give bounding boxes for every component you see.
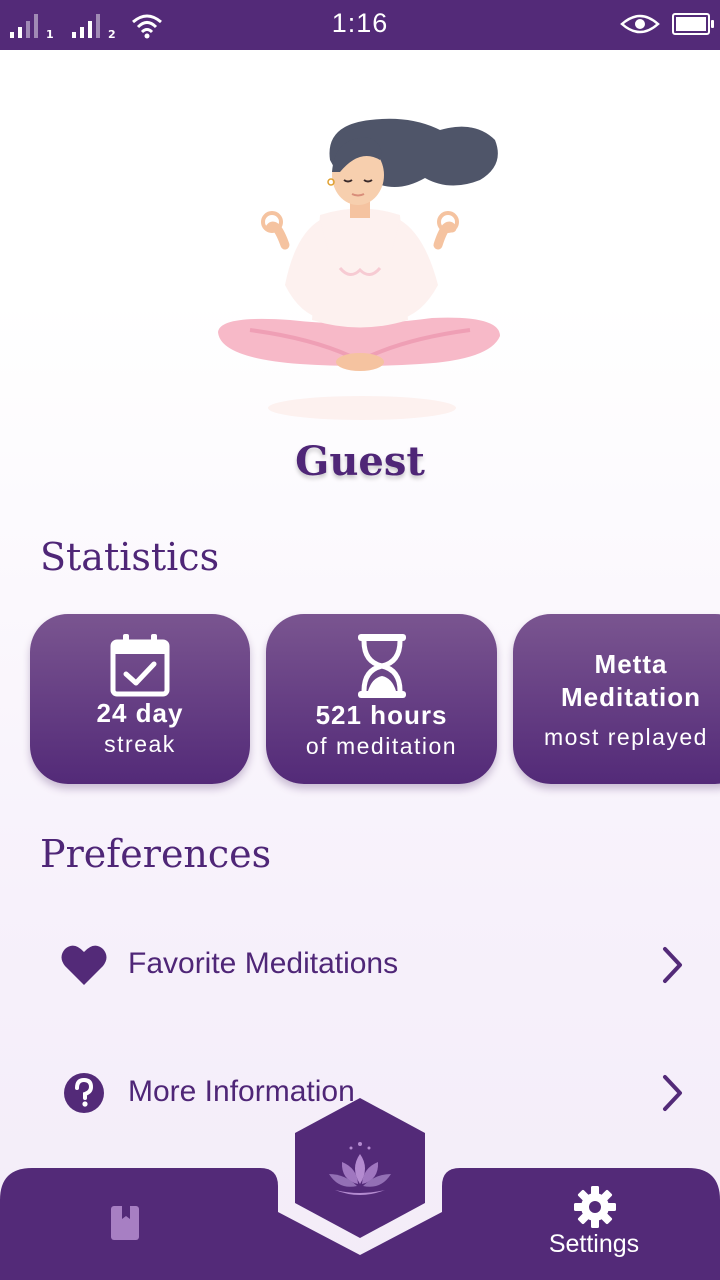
clock: 1:16	[331, 8, 389, 38]
meditation-hours-value: 521 hours	[315, 700, 448, 730]
preferences-heading: Preferences	[40, 832, 272, 876]
calendar-check-icon	[110, 634, 170, 697]
settings-nav-label: Settings	[548, 1230, 640, 1258]
status-bar: 1 2 1:16	[0, 0, 720, 50]
most-replayed-title-line2: Meditation	[561, 682, 701, 712]
battery-icon	[672, 13, 714, 35]
statistics-heading: Statistics	[40, 535, 220, 579]
heart-icon	[61, 945, 107, 985]
most-replayed-title-line1: Metta	[594, 649, 668, 679]
eye-icon	[620, 14, 660, 34]
chevron-right-icon	[663, 947, 682, 983]
most-replayed-label: most replayed	[544, 724, 708, 750]
meditation-hours-card[interactable]: 521 hours of meditation	[266, 614, 497, 784]
book-icon	[111, 1206, 139, 1240]
favorite-meditations-item[interactable]: Favorite Meditations	[0, 925, 720, 1005]
meditating-woman-illustration	[218, 118, 500, 420]
hourglass-icon	[357, 634, 406, 698]
most-replayed-card[interactable]: Metta Meditation most replayed	[513, 614, 720, 784]
streak-value: 24 day	[96, 698, 184, 728]
favorite-meditations-label: Favorite Meditations	[128, 947, 399, 980]
library-nav-button[interactable]	[85, 1190, 165, 1260]
streak-card[interactable]: 24 day streak	[30, 614, 250, 784]
lotus-icon	[329, 1142, 391, 1195]
meditate-nav-button[interactable]	[300, 1110, 420, 1230]
gear-icon	[574, 1186, 616, 1228]
meditation-hours-label: of meditation	[305, 733, 458, 759]
streak-label: streak	[104, 731, 176, 757]
profile-name: Guest	[295, 438, 425, 485]
